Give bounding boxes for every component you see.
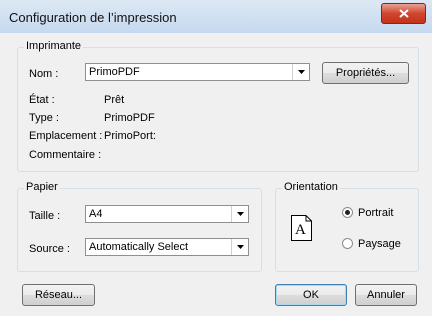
paper-group-label: Papier bbox=[24, 181, 60, 193]
type-label: Type : bbox=[29, 112, 59, 124]
comment-label: Commentaire : bbox=[29, 149, 102, 161]
window-title: Configuration de l’impression bbox=[9, 10, 177, 25]
network-button[interactable]: Réseau... bbox=[22, 284, 95, 306]
portrait-radio[interactable] bbox=[342, 207, 353, 218]
close-button[interactable] bbox=[381, 3, 426, 24]
chevron-down-icon[interactable] bbox=[231, 239, 248, 255]
printer-group-label: Imprimante bbox=[24, 40, 84, 52]
paper-source-label: Source : bbox=[29, 243, 70, 255]
portrait-label[interactable]: Portrait bbox=[358, 207, 393, 219]
landscape-label[interactable]: Paysage bbox=[358, 238, 401, 250]
landscape-radio[interactable] bbox=[342, 238, 353, 249]
properties-button[interactable]: Propriétés... bbox=[322, 62, 409, 84]
printer-name-value: PrimoPDF bbox=[89, 66, 140, 78]
chevron-down-icon[interactable] bbox=[292, 64, 309, 80]
paper-group: Papier bbox=[17, 181, 262, 272]
print-setup-dialog: Configuration de l’impression Imprimante… bbox=[0, 0, 432, 316]
ok-button[interactable]: OK bbox=[275, 284, 347, 306]
printer-name-select[interactable]: PrimoPDF bbox=[85, 63, 310, 81]
type-value: PrimoPDF bbox=[104, 112, 155, 124]
orientation-group-label: Orientation bbox=[282, 181, 340, 193]
paper-source-value: Automatically Select bbox=[89, 241, 189, 253]
status-value: Prêt bbox=[104, 94, 125, 106]
close-icon bbox=[398, 9, 409, 18]
paper-size-value: A4 bbox=[89, 208, 103, 220]
location-label: Emplacement : bbox=[29, 130, 103, 142]
paper-size-select[interactable]: A4 bbox=[85, 205, 249, 223]
printer-name-label: Nom : bbox=[29, 68, 59, 80]
cancel-button[interactable]: Annuler bbox=[355, 284, 417, 306]
status-label: État : bbox=[29, 94, 55, 106]
portrait-page-icon: A bbox=[291, 215, 312, 241]
paper-size-label: Taille : bbox=[29, 210, 61, 222]
title-bar: Configuration de l’impression bbox=[0, 0, 432, 33]
location-value: PrimoPort: bbox=[104, 130, 156, 142]
paper-source-select[interactable]: Automatically Select bbox=[85, 238, 249, 256]
orientation-icon-letter: A bbox=[295, 222, 306, 238]
chevron-down-icon[interactable] bbox=[231, 206, 248, 222]
